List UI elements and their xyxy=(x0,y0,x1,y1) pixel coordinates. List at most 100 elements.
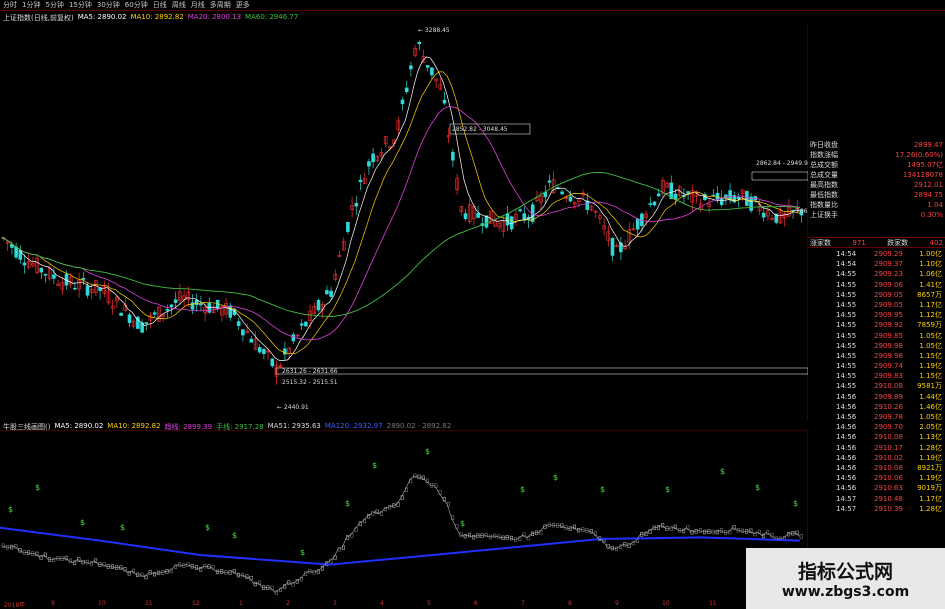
candle xyxy=(77,272,81,298)
candle xyxy=(236,317,241,331)
candle xyxy=(526,214,531,229)
tick-volume: 7859万 xyxy=(917,321,942,330)
candle xyxy=(354,195,359,216)
tick-time: 14:56 xyxy=(836,392,857,401)
tick-price: 2909.85 xyxy=(874,331,903,340)
quote-value: 134128078 xyxy=(902,171,943,179)
candle xyxy=(249,335,254,343)
period-tab-6[interactable]: 日线 xyxy=(153,0,167,10)
annotation-mid: 2852.82 - 3048.45 xyxy=(452,126,508,133)
period-tab-1[interactable]: 1分钟 xyxy=(22,0,40,10)
tick-volume: 1.28亿 xyxy=(919,443,942,452)
tick-time: 14:56 xyxy=(836,402,857,411)
candle xyxy=(312,302,317,315)
candle xyxy=(262,347,266,360)
candle xyxy=(257,344,262,355)
tick-price: 2909.23 xyxy=(874,270,903,279)
tick-volume: 9581万 xyxy=(917,382,942,391)
tick-list[interactable]: 14:54 2909.29 1.00亿 14:54 2909.37 1.10亿 14:55 2… xyxy=(808,249,945,514)
buy-signal-icon: $ xyxy=(120,523,125,532)
period-tab-5[interactable]: 60分钟 xyxy=(125,0,148,10)
tick-row: 14:56 2910.63 9019万 xyxy=(808,483,945,493)
date-tick: 9 xyxy=(51,600,55,607)
tick-time: 14:54 xyxy=(836,260,857,269)
down-label: 跌家数 xyxy=(887,238,909,247)
buy-signal-icon: $ xyxy=(345,499,350,508)
period-tab-4[interactable]: 30分钟 xyxy=(97,0,120,10)
period-tab-7[interactable]: 周线 xyxy=(172,0,186,10)
candle xyxy=(698,198,703,213)
candle xyxy=(211,303,216,313)
period-tab-9[interactable]: 多周期 xyxy=(210,0,231,10)
candle xyxy=(501,215,506,238)
candle xyxy=(161,314,165,322)
candle xyxy=(47,263,52,281)
candle xyxy=(127,312,132,327)
quote-value: 1.04 xyxy=(927,201,943,209)
candle xyxy=(593,209,598,219)
buy-signal-icon: $ xyxy=(425,447,430,456)
tick-row: 14:55 2909.85 1.05亿 xyxy=(808,331,945,341)
main-title: 上证指数(日线,前复权) xyxy=(3,14,74,22)
tick-volume: 1.41亿 xyxy=(919,280,942,289)
candle xyxy=(497,222,501,232)
candle xyxy=(98,287,102,300)
quote-value: 2899.47 xyxy=(914,141,943,149)
tick-row: 14:56 2909.70 2.05亿 xyxy=(808,422,945,432)
candle xyxy=(94,280,98,296)
tick-price: 2910.06 xyxy=(874,474,903,483)
date-tick: 10 xyxy=(662,600,670,607)
candle xyxy=(467,198,472,224)
tick-row: 14:55 2909.83 1.15亿 xyxy=(808,371,945,381)
tick-time: 14:55 xyxy=(836,331,857,340)
buy-signal-icon: $ xyxy=(205,523,210,532)
sub-indicator-chart[interactable]: 36003400320030002800$$$$$$$$$$$$$$$$$$ xyxy=(0,430,808,600)
period-tab-3[interactable]: 15分钟 xyxy=(69,0,92,10)
tick-price: 2909.05 xyxy=(874,300,903,309)
period-tab-2[interactable]: 5分钟 xyxy=(45,0,63,10)
quote-row: 昨日收盘 2899.47 xyxy=(808,140,945,150)
tick-time: 14:56 xyxy=(836,413,857,421)
period-tab-8[interactable]: 月线 xyxy=(191,0,205,10)
candle xyxy=(425,65,430,72)
tick-row: 14:56 2909.89 1.44亿 xyxy=(808,392,945,402)
candle xyxy=(665,181,669,189)
date-tick: 6 xyxy=(474,600,478,607)
tick-volume: 1.13亿 xyxy=(919,433,942,442)
candle xyxy=(274,360,279,385)
candle xyxy=(253,331,258,350)
quote-key: 指数涨幅 xyxy=(810,151,838,159)
tick-row: 14:57 2910.48 1.17亿 xyxy=(808,494,945,504)
date-tick: 5 xyxy=(427,600,431,607)
tick-volume: 9019万 xyxy=(917,484,942,493)
candle xyxy=(766,204,770,221)
candle xyxy=(417,40,422,51)
tick-row: 14:56 2910.02 1.19亿 xyxy=(808,453,945,463)
tick-price: 2909.95 xyxy=(874,311,903,320)
tick-price: 2909.83 xyxy=(874,372,903,381)
ma60-label: MA60: 2946.77 xyxy=(245,13,299,21)
tick-time: 14:55 xyxy=(836,321,857,330)
ma-line-60 xyxy=(1,171,801,317)
candle xyxy=(199,296,203,312)
period-tab-0[interactable]: 分时 xyxy=(3,0,17,10)
ma-line-20 xyxy=(1,106,801,341)
candle xyxy=(14,242,18,260)
candle xyxy=(413,44,417,58)
date-tick: 9 xyxy=(615,600,619,607)
candle xyxy=(589,205,594,212)
candle xyxy=(451,148,455,168)
candle xyxy=(22,254,27,274)
period-tab-10[interactable]: 更多 xyxy=(236,0,250,10)
candle xyxy=(614,243,619,247)
candle xyxy=(60,276,65,295)
candle xyxy=(619,237,623,261)
tick-volume: 8657万 xyxy=(917,290,942,299)
tick-time: 14:55 xyxy=(836,300,857,309)
main-kline-chart[interactable]: 3000295029002850280027502700265026002550… xyxy=(0,24,808,420)
candle xyxy=(325,285,329,295)
date-tick: 1 xyxy=(239,600,243,607)
tick-price: 2910.08 xyxy=(874,463,903,472)
candle xyxy=(375,155,380,164)
candle xyxy=(131,318,136,329)
